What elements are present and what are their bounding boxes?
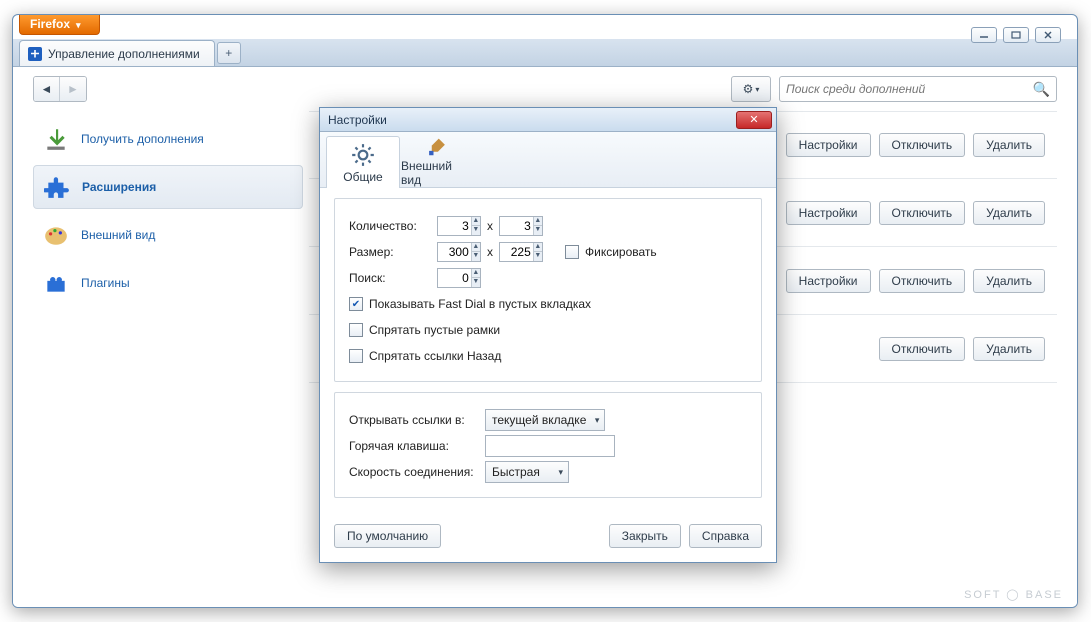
disable-button[interactable]: Отключить [879, 201, 966, 225]
tab-appearance[interactable]: Внешний вид [400, 135, 474, 187]
nav-buttons: ◄ ► [33, 76, 87, 102]
gear-icon: ⚙ [743, 82, 754, 96]
label-hotkey: Горячая клавиша: [349, 439, 479, 453]
group-dimensions: Количество: ▲▼ x ▲▼ Размер: ▲▼ x ▲▼ Фикс… [334, 198, 762, 382]
settings-dialog: Настройки ✕ Общие Внешний вид Количество… [319, 107, 777, 563]
rows-input[interactable]: ▲▼ [499, 216, 543, 236]
label-conn-speed: Скорость соединения: [349, 465, 479, 479]
remove-button[interactable]: Удалить [973, 201, 1045, 225]
tab-addons[interactable]: Управление дополнениями [19, 40, 215, 66]
settings-button[interactable]: Настройки [786, 133, 871, 157]
label-show-fd: Показывать Fast Dial в пустых вкладках [369, 297, 591, 311]
settings-button[interactable]: Настройки [786, 201, 871, 225]
label-x: x [487, 219, 493, 233]
back-button[interactable]: ◄ [34, 77, 60, 101]
dialog-close-button[interactable]: ✕ [736, 111, 772, 129]
tab-label: Управление дополнениями [48, 47, 200, 61]
remove-button[interactable]: Удалить [973, 337, 1045, 361]
close-button[interactable] [1035, 27, 1061, 43]
label-search: Поиск: [349, 271, 431, 285]
tools-dropdown[interactable]: ⚙▾ [731, 76, 771, 102]
sidebar-item-label: Плагины [81, 276, 130, 290]
sidebar-item-get-addons[interactable]: Получить дополнения [33, 117, 303, 161]
search-box[interactable]: 🔍 [779, 76, 1057, 102]
label-x: x [487, 245, 493, 259]
hide-back-checkbox[interactable] [349, 349, 363, 363]
forward-button[interactable]: ► [60, 77, 86, 101]
height-input[interactable]: ▲▼ [499, 242, 543, 262]
cols-input[interactable]: ▲▼ [437, 216, 481, 236]
sidebar-item-label: Внешний вид [81, 228, 155, 242]
width-input[interactable]: ▲▼ [437, 242, 481, 262]
sidebar: Получить дополнения Расширения Внешний в… [33, 111, 303, 383]
sidebar-item-plugins[interactable]: Плагины [33, 261, 303, 305]
hotkey-input[interactable] [485, 435, 615, 457]
tab-label: Общие [343, 170, 382, 184]
show-fastdial-checkbox[interactable]: ✔ [349, 297, 363, 311]
window-controls [971, 27, 1061, 43]
open-links-select[interactable]: текущей вкладке [485, 409, 605, 431]
label-fix: Фиксировать [585, 245, 657, 259]
disable-button[interactable]: Отключить [879, 133, 966, 157]
lego-icon [43, 270, 69, 296]
puzzle-icon [28, 47, 42, 61]
dialog-tabs: Общие Внешний вид [320, 132, 776, 188]
sidebar-item-label: Получить дополнения [81, 132, 204, 146]
disable-button[interactable]: Отключить [879, 337, 966, 361]
search-input[interactable] [786, 82, 1033, 96]
dialog-body: Количество: ▲▼ x ▲▼ Размер: ▲▼ x ▲▼ Фикс… [320, 188, 776, 516]
sidebar-item-extensions[interactable]: Расширения [33, 165, 303, 209]
maximize-button[interactable] [1003, 27, 1029, 43]
dialog-title: Настройки [328, 113, 387, 127]
tab-general[interactable]: Общие [326, 136, 400, 188]
palette-icon [43, 222, 69, 248]
defaults-button[interactable]: По умолчанию [334, 524, 441, 548]
brush-icon [424, 136, 450, 157]
new-tab-button[interactable]: + [217, 42, 241, 64]
label-quantity: Количество: [349, 219, 431, 233]
titlebar: Firefox [13, 15, 1077, 39]
label-size: Размер: [349, 245, 431, 259]
tab-label: Внешний вид [401, 159, 473, 187]
group-links: Открывать ссылки в: текущей вкладке Горя… [334, 392, 762, 498]
firefox-menu-button[interactable]: Firefox [19, 14, 100, 35]
sidebar-item-appearance[interactable]: Внешний вид [33, 213, 303, 257]
sidebar-item-label: Расширения [82, 180, 156, 194]
watermark: SOFT ◯ BASE [964, 588, 1063, 601]
settings-button[interactable]: Настройки [786, 269, 871, 293]
search-icon: 🔍 [1033, 81, 1050, 98]
toolbar: ◄ ► ⚙▾ 🔍 [13, 67, 1077, 111]
minimize-button[interactable] [971, 27, 997, 43]
remove-button[interactable]: Удалить [973, 269, 1045, 293]
label-hide-empty: Спрятать пустые рамки [369, 323, 500, 337]
remove-button[interactable]: Удалить [973, 133, 1045, 157]
close-dialog-button[interactable]: Закрыть [609, 524, 681, 548]
disable-button[interactable]: Отключить [879, 269, 966, 293]
search-num-input[interactable]: ▲▼ [437, 268, 481, 288]
dialog-footer: По умолчанию Закрыть Справка [320, 516, 776, 562]
dialog-titlebar[interactable]: Настройки ✕ [320, 108, 776, 132]
conn-speed-select[interactable]: Быстрая [485, 461, 569, 483]
label-hide-back: Спрятать ссылки Назад [369, 349, 501, 363]
download-icon [43, 126, 69, 152]
tabstrip: Управление дополнениями + [13, 39, 1077, 67]
label-open-links: Открывать ссылки в: [349, 413, 479, 427]
puzzle-icon [44, 174, 70, 200]
help-button[interactable]: Справка [689, 524, 762, 548]
gear-icon [350, 142, 376, 168]
hide-empty-checkbox[interactable] [349, 323, 363, 337]
fix-checkbox[interactable] [565, 245, 579, 259]
